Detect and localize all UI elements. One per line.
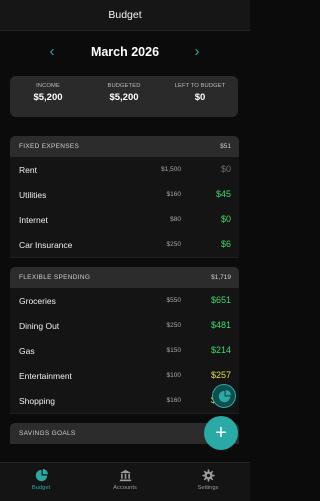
category-row[interactable]: Dining Out $250 $481 (10, 313, 239, 339)
category-name: Shopping (19, 396, 55, 406)
section-total: $51 (220, 143, 231, 150)
category-budget: $100 (166, 372, 181, 379)
category-remaining: $651 (210, 295, 231, 305)
category-row[interactable]: Internet $80 $0 (10, 207, 239, 233)
category-name: Dining Out (19, 321, 60, 331)
category-name: Gas (19, 346, 35, 356)
tab-bar: Budget Accounts Settings (0, 462, 250, 501)
tab-budget-label: Budget (31, 485, 51, 491)
category-row[interactable]: Car Insurance $250 $6 (10, 232, 239, 258)
category-row[interactable]: Utilities $160 $45 (10, 182, 239, 208)
tab-accounts-label: Accounts (113, 485, 137, 491)
category-budget: $550 (166, 297, 181, 304)
category-row[interactable]: Rent $1,500 $0 (10, 157, 239, 183)
gear-icon (201, 469, 215, 482)
pie-chart-icon (35, 469, 48, 482)
category-row[interactable]: Shopping$160$122 (10, 388, 239, 414)
category-name: Utilities (19, 190, 47, 200)
tab-accounts[interactable]: Accounts (95, 469, 155, 491)
category-budget: $250 (166, 241, 181, 248)
category-budget: $80 (170, 216, 181, 223)
category-remaining: $257 (210, 370, 231, 380)
section-title: FIXED EXPENSES (19, 143, 80, 150)
category-budget: $150 (166, 347, 181, 354)
category-remaining: $481 (210, 320, 231, 330)
category-remaining: $0 (220, 164, 231, 174)
category-row[interactable]: Groceries $550 $651 (10, 288, 239, 314)
section-total: $1,719 (211, 274, 231, 281)
tab-settings-label: Settings (197, 485, 219, 491)
category-row[interactable]: Gas $150 $214 (10, 338, 239, 364)
category-name: Entertainment (19, 371, 72, 381)
section-header-flexible-spending[interactable]: FLEXIBLE SPENDING $1,719 (10, 267, 239, 288)
category-budget: $160 (166, 191, 181, 198)
chart-view-button[interactable] (212, 384, 236, 408)
category-budget: $160 (166, 397, 181, 404)
bank-icon (119, 469, 131, 482)
category-name: Internet (19, 215, 48, 225)
tab-budget[interactable]: Budget (11, 469, 71, 491)
category-name: Groceries (19, 296, 56, 306)
category-budget: $250 (166, 322, 181, 329)
category-row[interactable]: Entertainment $100 $257 (10, 363, 239, 389)
pie-chart-icon (218, 389, 231, 402)
category-name: Car Insurance (19, 240, 73, 250)
category-remaining: $45 (215, 189, 231, 199)
tab-settings[interactable]: Settings (178, 469, 238, 491)
category-remaining: $0 (220, 214, 231, 224)
category-name: Rent (19, 165, 37, 175)
category-remaining: $6 (220, 239, 231, 249)
section-title: FLEXIBLE SPENDING (19, 274, 91, 281)
section-title: SAVINGS GOALS (19, 430, 76, 437)
category-budget: $1,500 (161, 166, 181, 173)
section-header-fixed-expenses[interactable]: FIXED EXPENSES $51 (10, 136, 239, 157)
add-button[interactable]: + (204, 416, 238, 450)
category-remaining: $214 (210, 345, 231, 355)
